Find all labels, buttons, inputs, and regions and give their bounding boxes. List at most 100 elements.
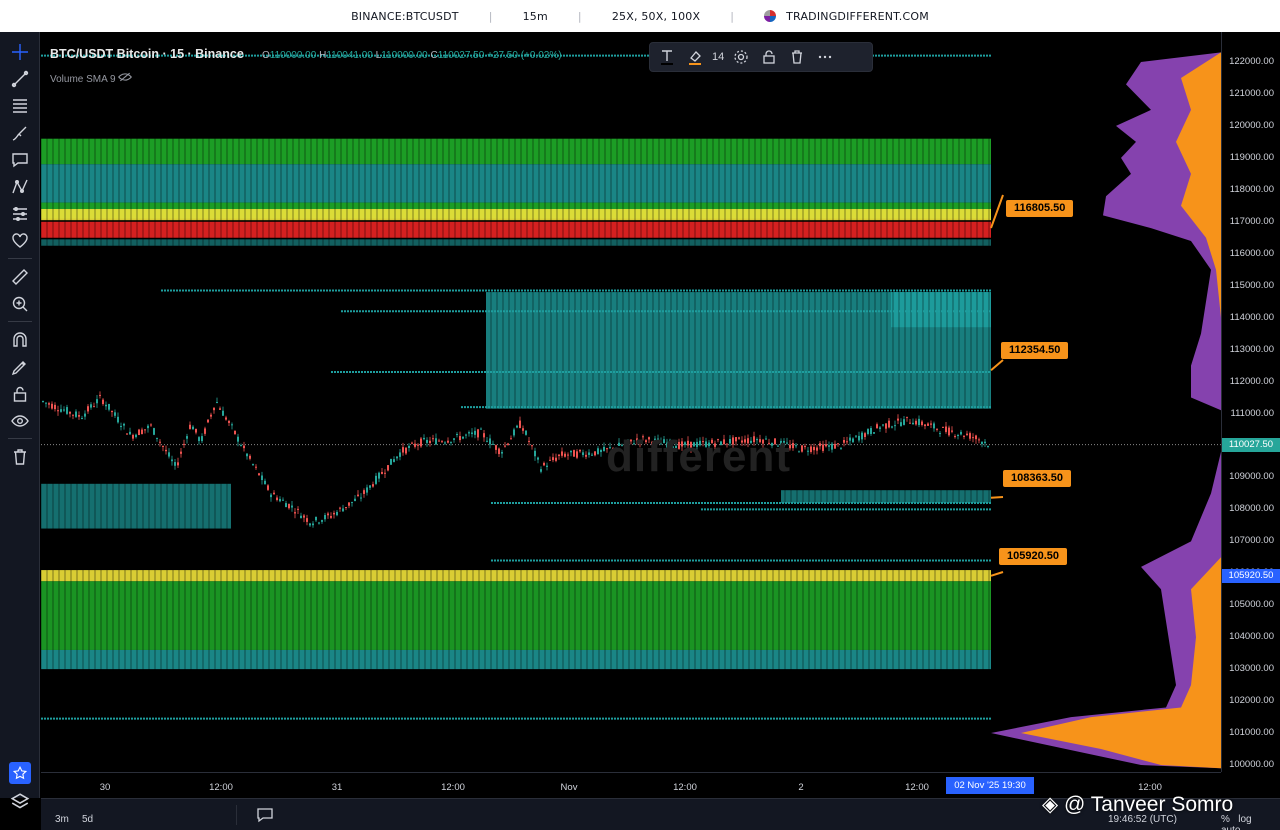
legend-title: BTC/USDT Bitcoin · 15 · Binance — [50, 47, 244, 61]
interval-label: 15m — [522, 9, 548, 23]
close-value: 110027.50 — [437, 50, 485, 61]
candle-body — [93, 406, 95, 408]
trend-line-icon[interactable] — [6, 65, 34, 92]
more-icon[interactable] — [814, 46, 836, 68]
price-axis[interactable]: 122000.00 121000.00 120000.00 119000.00 1180… — [1221, 32, 1280, 772]
candle-body — [414, 443, 416, 447]
lock-draw-icon[interactable] — [6, 353, 34, 380]
candle-body — [114, 412, 116, 416]
separator: | — [488, 9, 493, 23]
price-tick: 119000.00 — [1229, 151, 1274, 163]
candle-body — [810, 446, 812, 452]
volume-sma-legend[interactable]: Volume SMA 9 — [50, 72, 133, 85]
candle-body — [108, 403, 110, 410]
candle-body — [48, 403, 50, 405]
settings-icon[interactable] — [730, 46, 752, 68]
candle-body — [291, 505, 293, 508]
candle-body — [429, 440, 431, 444]
level-connector — [990, 194, 1004, 229]
text-color-icon[interactable] — [656, 46, 678, 68]
font-size-value[interactable]: 14 — [712, 51, 724, 63]
candle-body — [66, 407, 68, 414]
range-3m-button[interactable]: 3m — [55, 814, 69, 825]
candle-body — [534, 450, 536, 457]
candle-body — [63, 409, 65, 411]
heat-zone-top — [41, 221, 991, 238]
candle-body — [816, 447, 818, 451]
level-label-112354[interactable]: 112354.50 — [1001, 342, 1069, 359]
fib-icon[interactable] — [6, 92, 34, 119]
candle-body — [501, 451, 503, 454]
candle-body — [219, 408, 221, 410]
log-toggle[interactable]: log — [1238, 814, 1251, 825]
price-tick: 108000.00 — [1229, 503, 1274, 515]
candle-body — [318, 522, 320, 524]
candle-body — [486, 440, 488, 442]
heat-zone-top — [41, 138, 991, 165]
hidden-eye-icon[interactable] — [118, 72, 133, 82]
heat-zone-bottom — [41, 581, 991, 650]
candle-body — [81, 418, 83, 420]
candle-body — [105, 404, 107, 407]
candle-body — [471, 432, 473, 434]
candle-body — [537, 457, 539, 460]
chart-legend[interactable]: BTC/USDT Bitcoin · 15 · Binance — [50, 47, 244, 61]
price-tick: 120000.00 — [1229, 119, 1274, 131]
candle-body — [246, 453, 248, 457]
text-icon[interactable] — [6, 146, 34, 173]
layers-icon[interactable] — [10, 792, 30, 812]
candle-body — [546, 465, 548, 467]
candle-body — [78, 415, 80, 417]
magnet-icon[interactable] — [6, 326, 34, 353]
candle-body — [162, 445, 164, 447]
star-icon[interactable] — [9, 762, 31, 784]
lock-icon[interactable] — [6, 380, 34, 407]
candle-body — [474, 430, 476, 435]
candle-body — [516, 425, 518, 428]
candle-body — [927, 423, 929, 426]
pattern-icon[interactable] — [6, 173, 34, 200]
candle-body — [960, 431, 962, 435]
candle-body — [531, 445, 533, 447]
candle-body — [795, 445, 797, 447]
heart-icon[interactable] — [6, 227, 34, 254]
trash-icon[interactable] — [786, 46, 808, 68]
range-5d-button[interactable]: 5d — [82, 814, 93, 825]
time-tick: Nov — [560, 782, 578, 793]
ruler-icon[interactable] — [6, 263, 34, 290]
brush-icon[interactable] — [6, 119, 34, 146]
auto-toggle[interactable]: auto — [1221, 825, 1240, 830]
price-tick: 111000.00 — [1230, 407, 1275, 419]
heat-zone-top — [41, 239, 991, 246]
level-label-105920[interactable]: 105920.50 — [999, 548, 1067, 565]
candle-body — [237, 436, 239, 442]
candle-body — [270, 494, 272, 498]
candle-body — [822, 444, 824, 451]
comment-icon[interactable] — [256, 807, 274, 828]
fill-color-icon[interactable] — [684, 46, 706, 68]
level-label-116805[interactable]: 116805.50 — [1006, 200, 1074, 217]
price-tick: 122000.00 — [1229, 56, 1274, 67]
toolbar-divider — [7, 321, 32, 322]
eye-icon[interactable] — [6, 407, 34, 434]
candle-body — [540, 469, 542, 472]
candle-body — [297, 508, 299, 510]
lock-icon[interactable] — [758, 46, 780, 68]
level-label-108363[interactable]: 108363.50 — [1003, 470, 1071, 487]
candle-body — [579, 449, 581, 452]
candle-body — [315, 516, 317, 521]
price-tick: 107000.00 — [1229, 535, 1274, 547]
candle-body — [942, 426, 944, 428]
candle-body — [309, 523, 311, 526]
candle-body — [372, 484, 374, 487]
candle-body — [345, 507, 347, 509]
candle-body — [561, 451, 563, 456]
candle-body — [336, 511, 338, 516]
zoom-icon[interactable] — [6, 290, 34, 317]
crosshair-icon[interactable] — [6, 38, 34, 65]
candle-body — [72, 414, 74, 416]
measure-icon[interactable] — [6, 200, 34, 227]
chart-pane[interactable]: different TV — [41, 32, 1221, 772]
trash-icon[interactable] — [6, 443, 34, 470]
heat-zone-top — [41, 208, 991, 221]
